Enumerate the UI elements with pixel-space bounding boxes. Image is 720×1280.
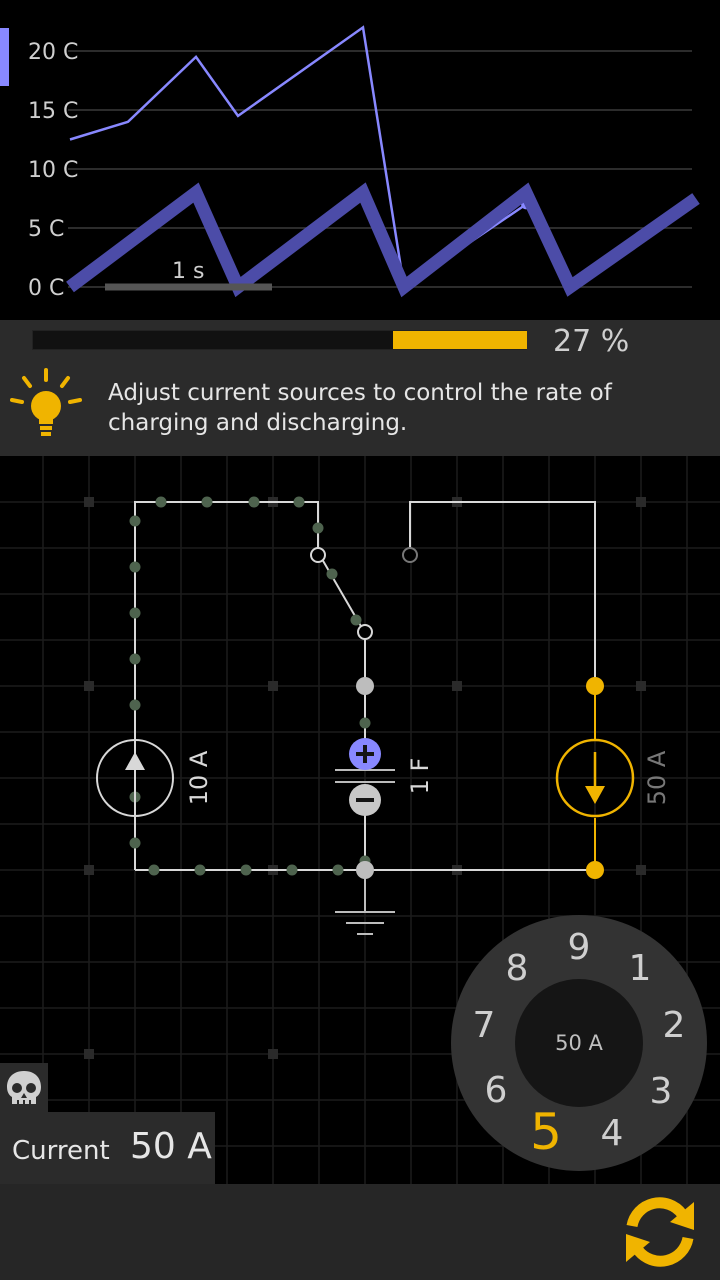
dial-number-5[interactable]: 5 [524, 1107, 568, 1157]
dial-number-1[interactable]: 1 [618, 947, 662, 991]
hint-text: Adjust current sources to control the ra… [108, 380, 612, 436]
charge-chart: 20 C 15 C 10 C 5 C 0 C 1 s [0, 0, 720, 320]
current-dial[interactable]: 50 A 9 1 2 3 4 5 6 7 8 [451, 915, 707, 1171]
chart-y-tick: 20 C [28, 40, 78, 65]
current-label: Current [12, 1136, 110, 1166]
chart-series-line-2 [66, 182, 700, 298]
current-value: 50 A [130, 1126, 212, 1167]
source-right-label: 50 A [643, 750, 671, 805]
chart-plot: 20 C 15 C 10 C 5 C 0 C 1 s [28, 25, 700, 301]
delete-component-button[interactable] [0, 1063, 48, 1113]
dial-number-6[interactable]: 6 [474, 1069, 518, 1113]
progress-row: 27 % [0, 320, 720, 362]
refresh-icon [626, 1197, 694, 1267]
charge-progress-fill [393, 331, 527, 349]
chart-y-tick: 15 C [28, 99, 78, 124]
dial-number-3[interactable]: 3 [639, 1070, 683, 1114]
bottom-toolbar [0, 1184, 720, 1280]
chart-scroll-indicator[interactable] [0, 28, 9, 86]
dial-center: 50 A [515, 979, 643, 1107]
current-readout: Current 50 A [0, 1112, 215, 1184]
dial-center-value: 50 A [555, 1031, 603, 1055]
dial-number-8[interactable]: 8 [495, 947, 539, 991]
hint-panel: Adjust current sources to control the ra… [0, 362, 720, 456]
reset-button[interactable] [612, 1192, 708, 1272]
dial-number-2[interactable]: 2 [652, 1004, 696, 1048]
dial-number-9[interactable]: 9 [557, 926, 601, 970]
source-left-label: 10 A [185, 750, 213, 805]
progress-percent: 27 % [553, 324, 630, 359]
dial-number-4[interactable]: 4 [590, 1112, 634, 1156]
time-scale-label: 1 s [172, 259, 204, 284]
capacitor-label: 1 F [406, 758, 434, 795]
dial-number-7[interactable]: 7 [462, 1004, 506, 1048]
skull-icon [7, 1071, 41, 1104]
lightbulb-icon [10, 368, 82, 436]
chart-y-tick: 0 C [28, 276, 64, 301]
chart-y-tick: 5 C [28, 217, 64, 242]
chart-y-tick: 10 C [28, 158, 78, 183]
charge-progress-bar [32, 330, 527, 350]
